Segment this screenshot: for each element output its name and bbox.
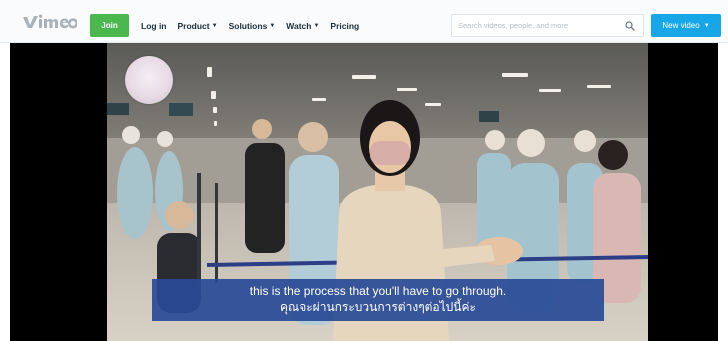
nav-product[interactable]: Product ▼ — [178, 21, 218, 31]
chevron-down-icon: ▼ — [211, 22, 218, 29]
nav-solutions-label: Solutions — [228, 20, 268, 31]
nav-solutions[interactable]: Solutions ▼ — [229, 21, 276, 31]
new-video-button[interactable]: New video ▼ — [651, 14, 721, 37]
top-navigation-bar: Join Log in Product ▼ Solutions ▼ Watch … — [0, 0, 728, 43]
nav-product-label: Product — [177, 20, 210, 31]
video-player[interactable]: this is the process that you'll have to … — [10, 43, 718, 341]
caption-line-thai: คุณจะผ่านกระบวนการต่างๆต่อไปนี้ค่ะ — [280, 300, 476, 314]
nav-log-in[interactable]: Log in — [141, 21, 167, 31]
vimeo-video-page: Join Log in Product ▼ Solutions ▼ Watch … — [0, 0, 728, 341]
video-frame[interactable]: this is the process that you'll have to … — [107, 43, 648, 341]
chevron-down-icon: ▼ — [269, 22, 276, 29]
join-button[interactable]: Join — [90, 14, 129, 37]
nav-pricing[interactable]: Pricing — [330, 21, 359, 31]
vimeo-logo[interactable] — [21, 12, 77, 30]
search-box — [451, 14, 644, 37]
chevron-down-icon: ▼ — [313, 22, 320, 29]
nav-log-in-label: Log in — [141, 20, 167, 31]
nav-watch[interactable]: Watch ▼ — [286, 21, 319, 31]
nav-pricing-label: Pricing — [330, 20, 360, 31]
chevron-down-icon: ▼ — [703, 22, 710, 29]
nav-watch-label: Watch — [286, 20, 312, 31]
search-icon[interactable] — [625, 21, 635, 31]
search-input[interactable] — [458, 18, 624, 33]
caption-line-english: this is the process that you'll have to … — [249, 284, 507, 298]
main-nav: Log in Product ▼ Solutions ▼ Watch ▼ Pri… — [141, 14, 370, 37]
subtitle-caption: this is the process that you'll have to … — [152, 279, 604, 321]
new-video-label: New video — [662, 21, 700, 30]
channel-logo — [125, 56, 173, 104]
